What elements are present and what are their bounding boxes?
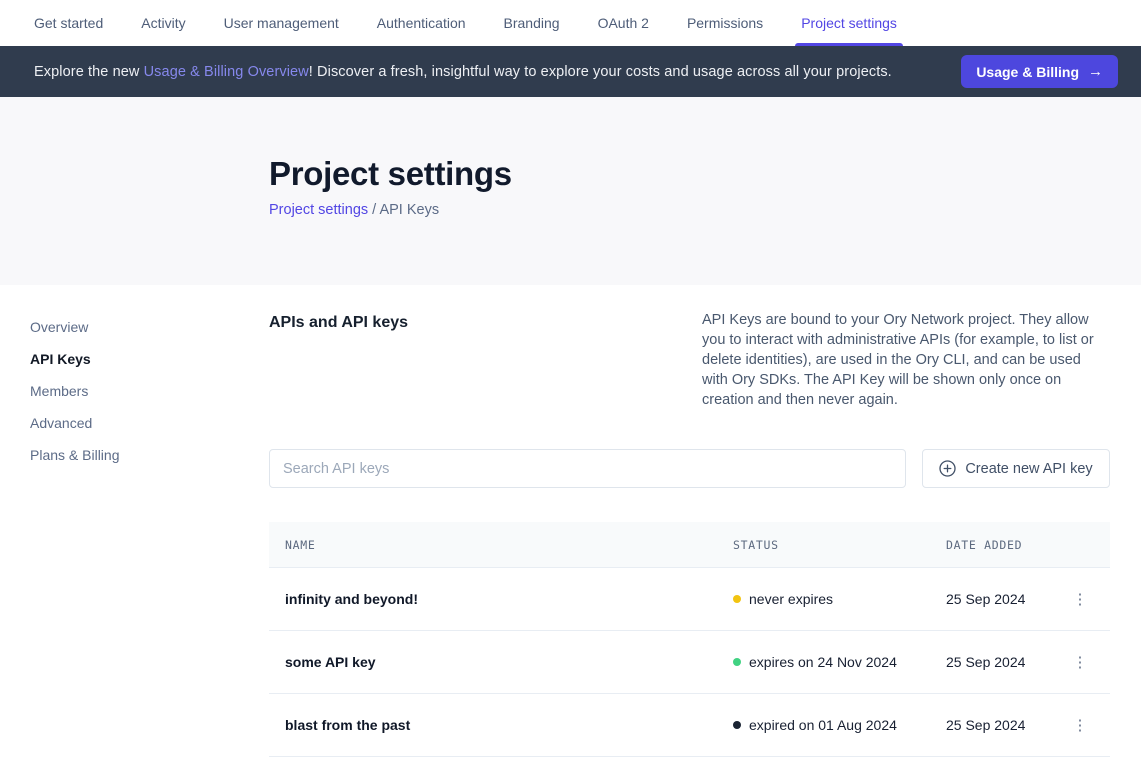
nav-tab-authentication[interactable]: Authentication (377, 0, 466, 46)
api-key-name: blast from the past (285, 717, 733, 733)
section-intro: APIs and API keys API Keys are bound to … (269, 310, 1110, 410)
status-text: never expires (749, 591, 833, 607)
breadcrumb-project-settings-link[interactable]: Project settings (269, 202, 368, 218)
status-text: expired on 01 Aug 2024 (749, 717, 897, 733)
table-row: infinity and beyond! never expires 25 Se… (269, 568, 1110, 631)
banner-text-before: Explore the new (34, 64, 144, 80)
circle-plus-icon (939, 460, 956, 477)
table-row: some API key expires on 24 Nov 2024 25 S… (269, 631, 1110, 694)
status-dot-icon (733, 595, 741, 603)
breadcrumb-separator: / (372, 202, 376, 218)
status-dot-icon (733, 721, 741, 729)
usage-billing-button-label: Usage & Billing (976, 64, 1079, 80)
nav-tab-activity[interactable]: Activity (141, 0, 185, 46)
nav-tab-oauth2[interactable]: OAuth 2 (598, 0, 649, 46)
kebab-menu-icon[interactable]: ⋮ (1067, 714, 1094, 737)
api-keys-section: APIs and API keys API Keys are bound to … (269, 285, 1110, 757)
api-keys-table: NAME STATUS DATE ADDED infinity and beyo… (269, 522, 1110, 757)
sidebar-item-plans-billing[interactable]: Plans & Billing (30, 445, 269, 465)
nav-tab-permissions[interactable]: Permissions (687, 0, 763, 46)
usage-billing-button[interactable]: Usage & Billing → (961, 55, 1118, 88)
column-header-name: NAME (285, 538, 733, 552)
column-header-date-added: DATE ADDED (946, 538, 1066, 552)
kebab-menu-icon[interactable]: ⋮ (1067, 588, 1094, 611)
section-title: APIs and API keys (269, 310, 408, 332)
breadcrumb-current: API Keys (379, 202, 439, 218)
banner-text-after: ! Discover a fresh, insightful way to ex… (309, 64, 892, 80)
table-header-row: NAME STATUS DATE ADDED (269, 522, 1110, 568)
column-header-status: STATUS (733, 538, 946, 552)
table-row: blast from the past expired on 01 Aug 20… (269, 694, 1110, 757)
nav-tab-branding[interactable]: Branding (504, 0, 560, 46)
status-dot-icon (733, 658, 741, 666)
nav-tab-user-management[interactable]: User management (224, 0, 339, 46)
sidebar-item-advanced[interactable]: Advanced (30, 413, 269, 433)
status-text: expires on 24 Nov 2024 (749, 654, 897, 670)
kebab-menu-icon[interactable]: ⋮ (1067, 651, 1094, 674)
section-description: API Keys are bound to your Ory Network p… (702, 310, 1110, 410)
content-area: Overview API Keys Members Advanced Plans… (0, 285, 1141, 757)
page-title: Project settings (269, 155, 1141, 193)
nav-tab-get-started[interactable]: Get started (34, 0, 103, 46)
api-key-name: infinity and beyond! (285, 591, 733, 607)
sidebar-item-members[interactable]: Members (30, 381, 269, 401)
banner-message: Explore the new Usage & Billing Overview… (34, 64, 892, 80)
create-api-key-button[interactable]: Create new API key (922, 449, 1110, 488)
api-key-name: some API key (285, 654, 733, 670)
top-navigation: Get started Activity User management Aut… (0, 0, 1141, 46)
table-actions-row: Create new API key (269, 449, 1110, 488)
sidebar-item-overview[interactable]: Overview (30, 317, 269, 337)
api-key-date-added: 25 Sep 2024 (946, 654, 1066, 670)
sidebar-item-api-keys[interactable]: API Keys (30, 349, 269, 369)
create-api-key-button-label: Create new API key (965, 461, 1092, 477)
api-key-status: never expires (733, 591, 946, 607)
api-key-date-added: 25 Sep 2024 (946, 717, 1066, 733)
search-input[interactable] (269, 449, 906, 488)
api-key-date-added: 25 Sep 2024 (946, 591, 1066, 607)
breadcrumb: Project settings / API Keys (269, 202, 1141, 218)
arrow-right-icon: → (1088, 63, 1103, 80)
announcement-banner: Explore the new Usage & Billing Overview… (0, 46, 1141, 97)
nav-tab-project-settings[interactable]: Project settings (801, 0, 897, 46)
usage-billing-overview-link[interactable]: Usage & Billing Overview (144, 64, 309, 80)
page-header: Project settings Project settings / API … (0, 97, 1141, 285)
api-key-status: expires on 24 Nov 2024 (733, 654, 946, 670)
settings-sidebar: Overview API Keys Members Advanced Plans… (0, 285, 269, 757)
api-key-status: expired on 01 Aug 2024 (733, 717, 946, 733)
